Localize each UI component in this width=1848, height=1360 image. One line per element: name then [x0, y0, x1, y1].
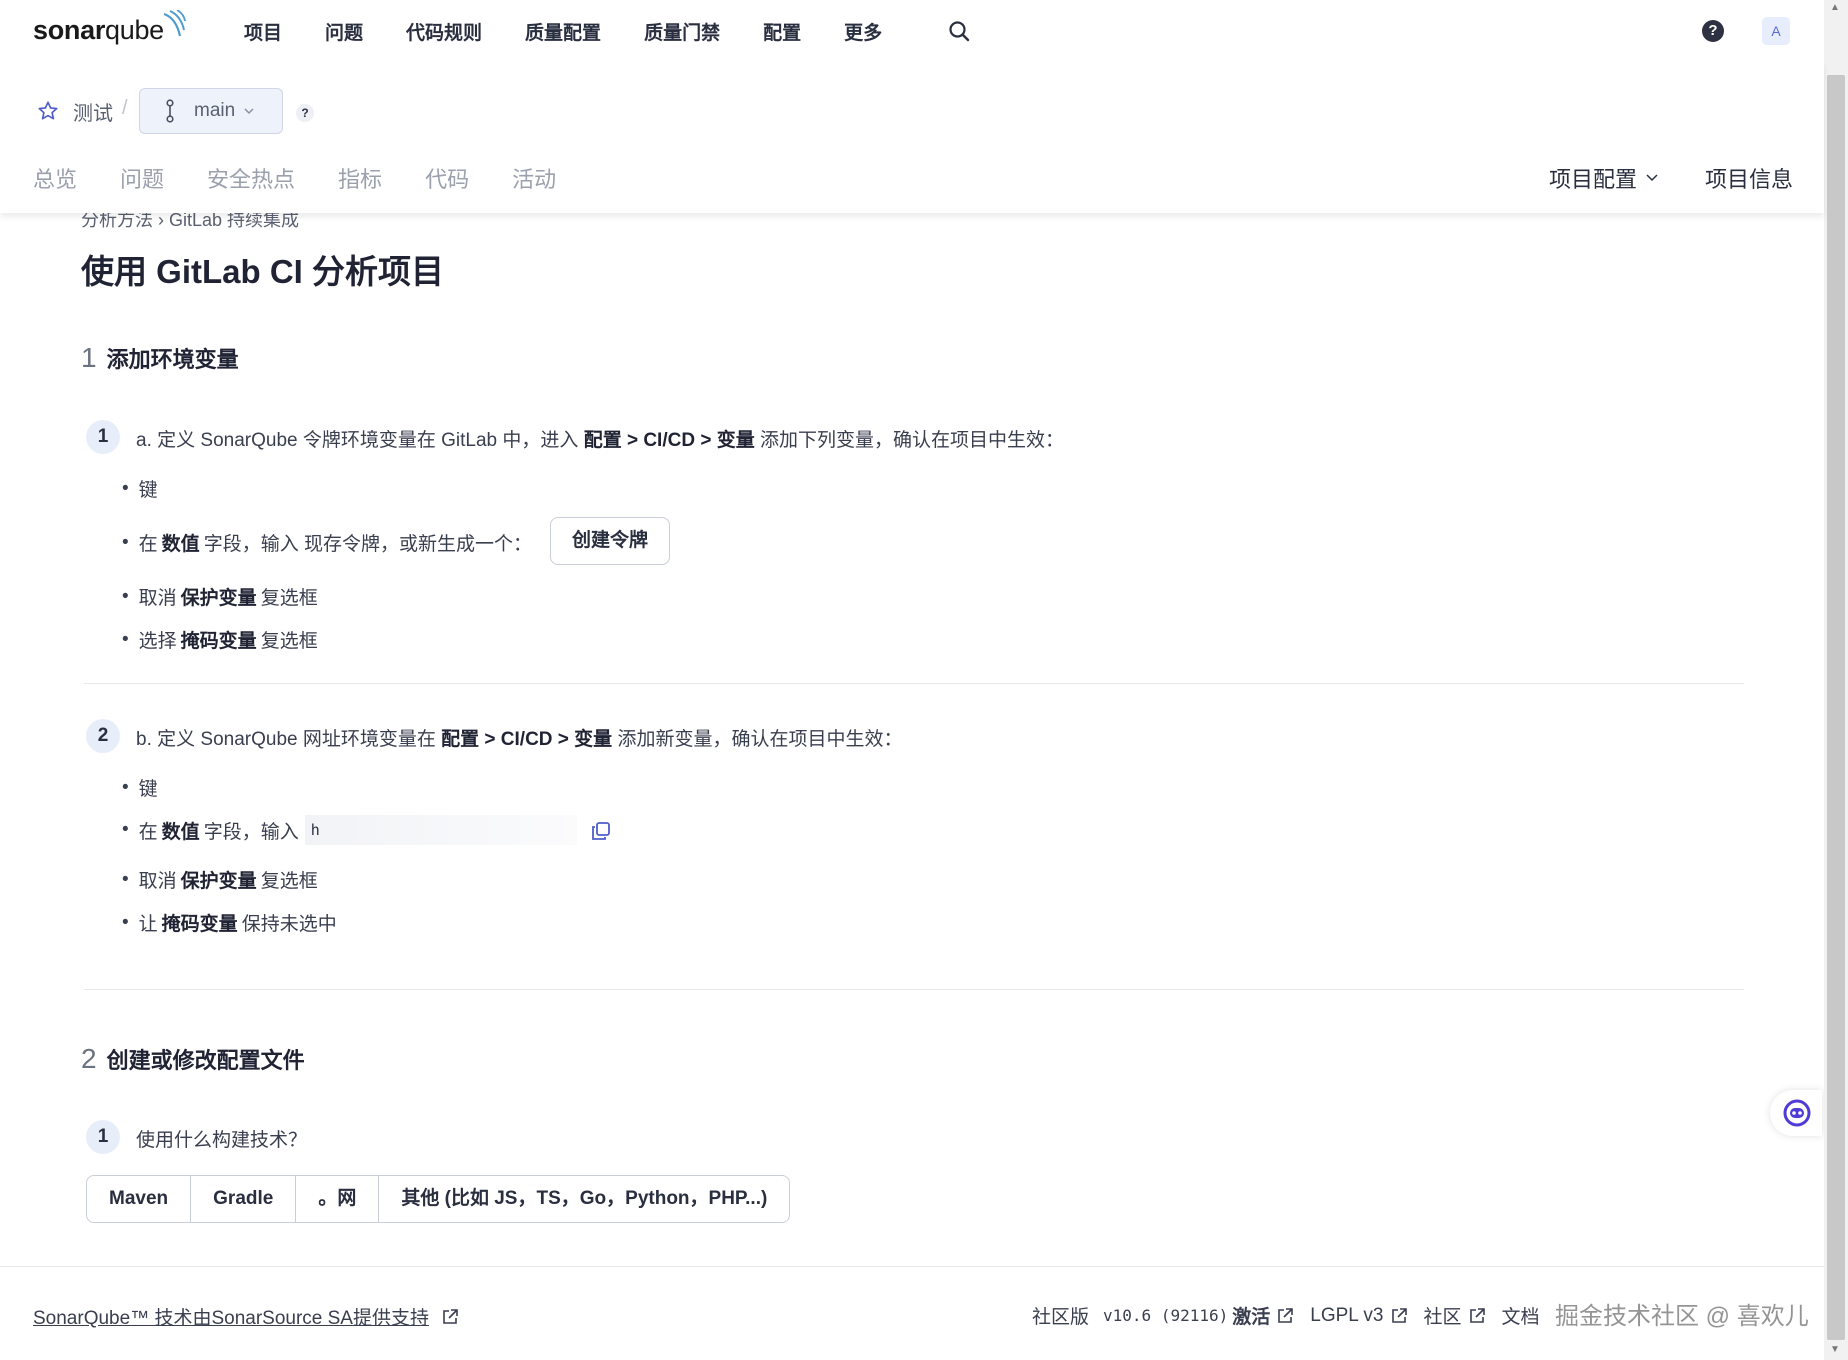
step-number-badge: 1 — [86, 1120, 120, 1154]
external-link-icon — [1469, 1307, 1485, 1323]
chevron-down-icon — [1646, 174, 1658, 182]
list-item: 让掩码变量保持未选中 — [122, 909, 337, 936]
community-link[interactable]: 社区 — [1424, 1302, 1462, 1329]
global-navbar: sonarqube 项目 问题 代码规则 质量配置 质量门禁 配置 更多 ? A — [0, 0, 1824, 63]
section-heading-config-file: 2 创建或修改配置文件 — [81, 1043, 305, 1075]
build-option-gradle[interactable]: Gradle — [191, 1176, 297, 1222]
help-icon[interactable]: ? — [1702, 20, 1724, 42]
assistant-bot-icon — [1783, 1099, 1811, 1127]
list-item: 取消保护变量复选框 — [122, 583, 318, 610]
footer-divider — [0, 1266, 1824, 1267]
tab-issues[interactable]: 问题 — [120, 162, 164, 194]
watermark-text: 掘金技术社区 @ 喜欢儿 — [1555, 1303, 1809, 1330]
list-item: 键 — [122, 774, 158, 801]
project-settings-label: 项目配置 — [1549, 167, 1638, 192]
nav-rules[interactable]: 代码规则 — [406, 18, 482, 45]
project-information-link[interactable]: 项目信息 — [1705, 162, 1793, 194]
build-question-text: 使用什么构建技术？ — [136, 1130, 308, 1151]
scrollbar-thumb[interactable] — [1827, 75, 1845, 1340]
footer-links: 社区版 v10.6 (92116) 激活 LGPL v3 社区 文档 — [1032, 1302, 1554, 1329]
build-option-other[interactable]: 其他 (比如 JS，TS，Go，Python，PHP...) — [379, 1176, 789, 1222]
step-b-text: b. 定义 SonarQube 网址环境变量在 配置 > CI/CD > 变量 … — [136, 729, 903, 750]
divider — [84, 989, 1744, 990]
copy-icon[interactable] — [591, 821, 611, 841]
divider — [84, 683, 1744, 684]
branch-help-icon[interactable]: ? — [296, 104, 314, 122]
list-item: 选择掩码变量复选框 — [122, 626, 318, 653]
assistant-widget[interactable] — [1770, 1090, 1822, 1136]
branch-icon — [166, 99, 174, 123]
tab-code[interactable]: 代码 — [425, 162, 469, 194]
project-settings-menu[interactable]: 项目配置 — [1549, 162, 1661, 194]
list-item: 在数值字段，输入 现存令牌，或新生成一个： — [122, 529, 532, 556]
build-option-dotnet[interactable]: 。网 — [296, 1176, 380, 1222]
project-name[interactable]: 测试 — [73, 97, 113, 126]
scroll-down-arrow-icon[interactable]: ▼ — [1830, 1344, 1840, 1355]
list-item: 键 — [122, 475, 158, 502]
section-title: 创建或修改配置文件 — [106, 1048, 305, 1073]
sonarqube-url-value: h — [304, 815, 577, 845]
create-token-button[interactable]: 创建令牌 — [550, 517, 670, 565]
sonarqube-logo[interactable]: sonarqube — [33, 10, 186, 50]
breadcrumb-separator: / — [122, 97, 128, 119]
nav-more[interactable]: 更多 — [844, 18, 882, 45]
nav-quality-profiles[interactable]: 质量配置 — [525, 18, 601, 45]
step-number-badge: 2 — [86, 719, 120, 753]
step-a-text: a. 定义 SonarQube 令牌环境变量在 GitLab 中，进入 配置 >… — [136, 430, 1065, 451]
nav-quality-gates[interactable]: 质量门禁 — [644, 18, 720, 45]
external-link-icon — [1278, 1307, 1294, 1323]
list-item: 取消保护变量复选框 — [122, 866, 318, 893]
edition-label: 社区版 — [1032, 1307, 1090, 1328]
tab-overview[interactable]: 总览 — [33, 162, 77, 194]
nav-issues[interactable]: 问题 — [325, 18, 363, 45]
favorite-star-icon[interactable] — [37, 100, 59, 122]
nav-administration[interactable]: 配置 — [763, 18, 801, 45]
build-technology-selector: Maven Gradle 。网 其他 (比如 JS，TS，Go，Python，P… — [86, 1175, 791, 1223]
global-nav-menu: 项目 问题 代码规则 质量配置 质量门禁 配置 更多 — [244, 0, 925, 62]
section-title: 添加环境变量 — [106, 347, 239, 372]
nav-projects[interactable]: 项目 — [244, 18, 282, 45]
search-icon[interactable] — [948, 20, 970, 42]
step-number-badge: 1 — [86, 420, 120, 454]
logo-waves-icon — [163, 10, 186, 37]
tab-security-hotspots[interactable]: 安全热点 — [207, 162, 295, 194]
tab-measures[interactable]: 指标 — [338, 162, 382, 194]
project-header: 测试 / main ? 总览 问题 安全热点 指标 代码 活动 项目配置 项目信… — [0, 62, 1824, 213]
build-option-maven[interactable]: Maven — [87, 1176, 192, 1222]
logo-text: sonarqube — [33, 15, 164, 45]
list-item: 在数值字段，输入 h — [122, 815, 577, 845]
activate-link[interactable]: 激活 — [1232, 1302, 1270, 1329]
external-link-icon — [1391, 1307, 1407, 1323]
section-heading-env-vars: 1 添加环境变量 — [81, 342, 239, 374]
external-link-icon — [443, 1308, 458, 1324]
documentation-link[interactable]: 文档 — [1502, 1302, 1540, 1329]
version-label: v10.6 (92116) — [1103, 1306, 1229, 1325]
chevron-down-icon — [244, 108, 254, 115]
section-number: 2 — [81, 1043, 97, 1074]
license-link[interactable]: LGPL v3 — [1310, 1305, 1383, 1327]
branch-selector[interactable]: main — [139, 88, 283, 134]
powered-by-link[interactable]: SonarQube™ 技术由SonarSource SA提供支持 — [33, 1303, 459, 1330]
section-number: 1 — [81, 342, 97, 373]
tab-activity[interactable]: 活动 — [512, 162, 556, 194]
project-tabs: 总览 问题 安全热点 指标 代码 活动 — [33, 162, 599, 194]
scroll-up-arrow-icon[interactable]: ▲ — [1830, 2, 1840, 13]
user-avatar[interactable]: A — [1762, 17, 1790, 45]
page-title: 使用 GitLab CI 分析项目 — [81, 253, 444, 290]
branch-name: main — [194, 100, 236, 121]
